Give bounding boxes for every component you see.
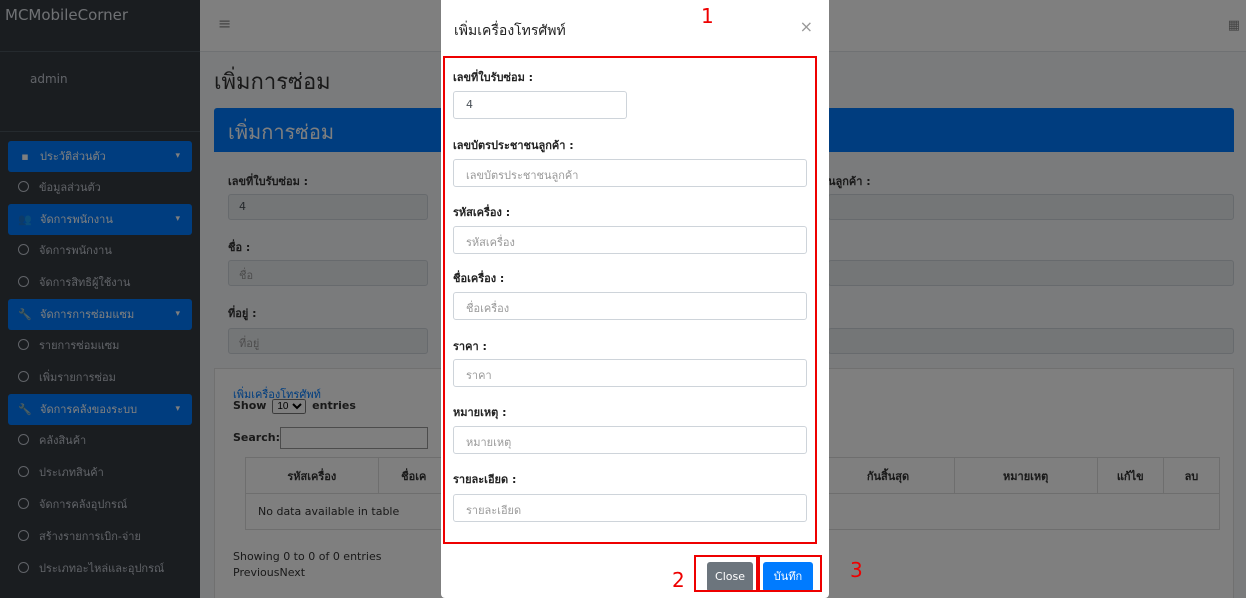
annotation-number: 2 xyxy=(672,568,685,592)
annotation-box-form xyxy=(443,56,817,544)
annotation-number: 3 xyxy=(850,558,863,582)
annotation-box-close xyxy=(694,555,758,592)
annotation-box-save xyxy=(758,555,822,592)
modal-title: เพิ่มเครื่องโทรศัพท์ xyxy=(454,23,566,39)
add-phone-modal: เพิ่มเครื่องโทรศัพท์ × เลขที่ใบรับซ่อม :… xyxy=(441,0,829,598)
annotation-number: 1 xyxy=(701,4,714,28)
close-icon[interactable]: × xyxy=(800,17,813,36)
